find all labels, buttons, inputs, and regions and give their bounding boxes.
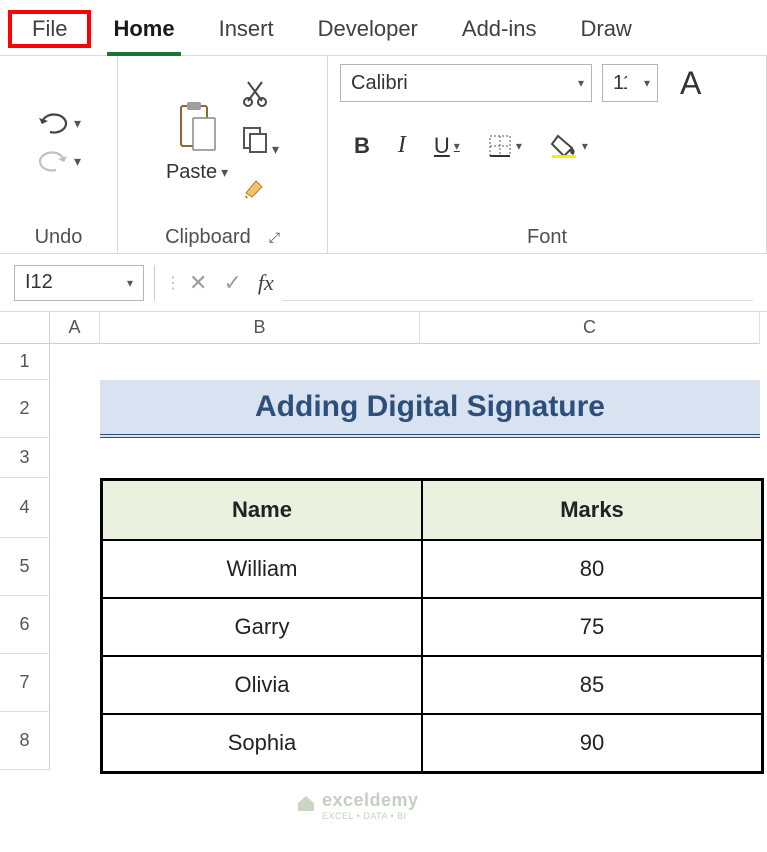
tab-file[interactable]: File (8, 10, 91, 48)
cell[interactable] (50, 380, 100, 438)
undo-icon (36, 112, 70, 134)
col-header-a[interactable]: A (50, 312, 100, 344)
bold-button[interactable]: B (354, 133, 370, 159)
dialog-launcher-icon[interactable]: ⤢ (269, 229, 280, 246)
row-header[interactable]: 4 (0, 478, 50, 538)
cell-name[interactable]: Sophia (102, 714, 422, 772)
font-size-input[interactable] (603, 65, 637, 101)
cancel-formula-button[interactable]: ✕ (181, 270, 215, 296)
increase-font-size-button[interactable]: A (680, 65, 701, 102)
chevron-down-icon[interactable]: ▾ (454, 139, 460, 153)
row-headers: 1 2 3 4 5 6 7 8 (0, 344, 50, 774)
chevron-down-icon[interactable]: ▾ (516, 139, 522, 153)
name-box-value: I12 (25, 271, 53, 294)
group-label-undo: Undo (35, 220, 83, 249)
chevron-down-icon[interactable]: ▾ (582, 139, 588, 153)
enter-formula-button[interactable]: ✓ (215, 270, 249, 296)
cell[interactable] (50, 478, 100, 770)
sheet-title[interactable]: Adding Digital Signature (100, 380, 760, 438)
italic-button[interactable]: I (398, 132, 406, 159)
chevron-down-icon[interactable]: ▾ (268, 141, 279, 157)
formula-bar: I12 ▾ ⋮ ✕ ✓ fx (0, 254, 767, 312)
name-box[interactable]: I12 ▾ (14, 265, 144, 301)
chevron-down-icon[interactable]: ▾ (74, 153, 81, 170)
font-size-dropdown[interactable]: ▾ (602, 64, 658, 102)
borders-button[interactable]: ▾ (488, 134, 522, 158)
worksheet: 1 2 3 4 5 6 7 8 Adding Digital Signature… (0, 344, 767, 774)
copy-button[interactable]: ▾ (242, 126, 279, 159)
paste-button[interactable]: Paste ▾ (166, 100, 228, 184)
col-header-b[interactable]: B (100, 312, 420, 344)
group-label-clipboard: Clipboard (165, 226, 251, 249)
watermark-text: exceldemy EXCEL • DATA • BI (322, 790, 419, 821)
paste-label: Paste (166, 161, 217, 184)
group-font: ▾ ▾ A B I U ▾ ▾ ▾ Font (328, 56, 767, 253)
underline-button[interactable]: U ▾ (434, 133, 460, 159)
col-header-c[interactable]: C (420, 312, 760, 344)
clipboard-icon (175, 100, 219, 161)
redo-icon (36, 150, 70, 172)
cut-button[interactable] (242, 79, 279, 112)
tab-home[interactable]: Home (91, 10, 196, 48)
chevron-down-icon[interactable]: ▾ (74, 115, 81, 132)
table-row: Garry 75 (102, 598, 762, 656)
ribbon: ▾ ▾ Undo Paste ▾ ▾ C (0, 56, 767, 254)
chevron-down-icon[interactable]: ▾ (127, 276, 133, 290)
table-row: Olivia 85 (102, 656, 762, 714)
row-header[interactable]: 1 (0, 344, 50, 380)
chevron-down-icon[interactable]: ▾ (221, 164, 228, 181)
data-table: Name Marks William 80 Garry 75 Olivia 85… (100, 478, 764, 774)
row-header[interactable]: 7 (0, 654, 50, 712)
table-row: Sophia 90 (102, 714, 762, 772)
cell-name[interactable]: Olivia (102, 656, 422, 714)
tab-developer[interactable]: Developer (296, 10, 440, 48)
insert-function-button[interactable]: fx (250, 270, 282, 296)
redo-button[interactable]: ▾ (32, 148, 85, 174)
row-header[interactable]: 5 (0, 538, 50, 596)
table-header-marks[interactable]: Marks (422, 480, 762, 540)
tab-draw[interactable]: Draw (558, 10, 653, 48)
formula-input[interactable] (282, 265, 753, 301)
cell-marks[interactable]: 85 (422, 656, 762, 714)
format-painter-button[interactable] (242, 173, 279, 206)
tab-add-ins[interactable]: Add-ins (440, 10, 559, 48)
group-label-font: Font (527, 220, 567, 249)
chevron-down-icon[interactable]: ▾ (637, 76, 657, 90)
cell-marks[interactable]: 80 (422, 540, 762, 598)
row-header[interactable]: 3 (0, 438, 50, 478)
fill-color-button[interactable]: ▾ (550, 134, 588, 158)
row-header[interactable]: 6 (0, 596, 50, 654)
table-row: William 80 (102, 540, 762, 598)
font-name-dropdown[interactable]: ▾ (340, 64, 592, 102)
undo-button[interactable]: ▾ (32, 110, 85, 136)
column-headers: A B C (0, 312, 767, 344)
table-header-name[interactable]: Name (102, 480, 422, 540)
cell[interactable] (50, 344, 100, 380)
cell-marks[interactable]: 75 (422, 598, 762, 656)
chevron-down-icon[interactable]: ▾ (571, 76, 591, 90)
cell[interactable] (50, 438, 100, 478)
cell-marks[interactable]: 90 (422, 714, 762, 772)
row-header[interactable]: 2 (0, 380, 50, 438)
font-name-input[interactable] (341, 65, 571, 101)
tab-insert[interactable]: Insert (197, 10, 296, 48)
watermark: exceldemy EXCEL • DATA • BI (296, 790, 419, 821)
group-clipboard: Paste ▾ ▾ Clipboard ⤢ (118, 56, 328, 253)
cell-name[interactable]: William (102, 540, 422, 598)
group-undo: ▾ ▾ Undo (0, 56, 118, 253)
cell-name[interactable]: Garry (102, 598, 422, 656)
house-icon (296, 793, 316, 818)
row-header[interactable]: 8 (0, 712, 50, 770)
select-all-corner[interactable] (0, 312, 50, 344)
ribbon-tabs: File Home Insert Developer Add-ins Draw (0, 0, 767, 56)
